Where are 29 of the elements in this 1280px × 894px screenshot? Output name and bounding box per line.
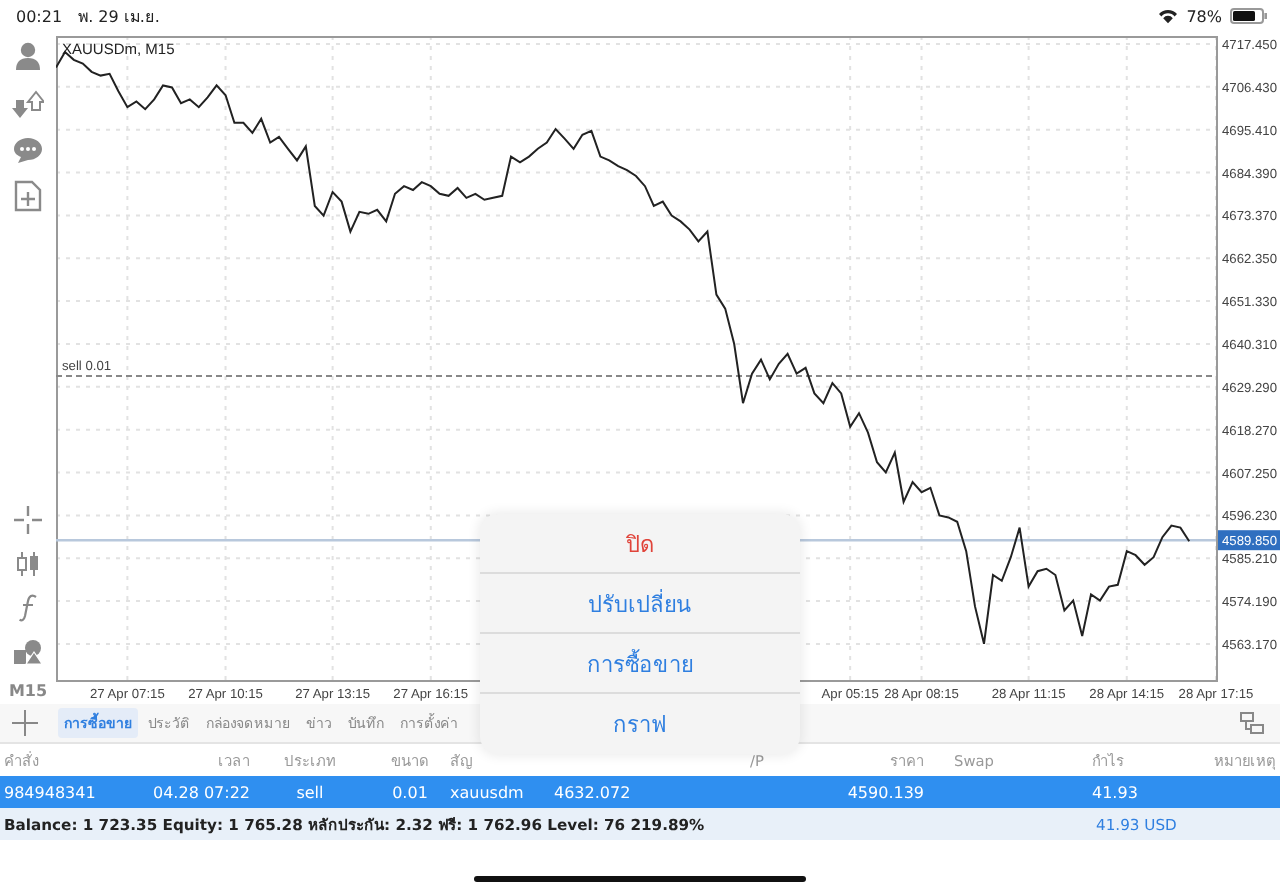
battery-percent: 78%	[1186, 7, 1222, 25]
account-icon[interactable]	[12, 40, 44, 72]
status-time: 00:21	[16, 7, 63, 25]
menu-item[interactable]: ปรับเปลี่ยน	[480, 574, 800, 634]
layout-icon[interactable]	[1240, 712, 1264, 734]
new-document-icon[interactable]	[14, 180, 42, 212]
timeframe-button[interactable]: M15	[8, 682, 48, 700]
indicator-icon[interactable]	[18, 594, 38, 622]
candlestick-icon[interactable]	[14, 550, 42, 578]
table-cell-text: 0.01	[390, 783, 430, 801]
menu-item[interactable]: ปิด	[480, 514, 800, 574]
table-cell-text: sell	[294, 783, 326, 801]
table-cell-text: 04.28 07:22	[151, 783, 250, 801]
table-cell-text: 4590.139	[845, 783, 924, 801]
add-icon[interactable]	[12, 710, 38, 736]
chat-icon[interactable]	[12, 136, 44, 164]
trade-arrows-icon[interactable]	[12, 88, 44, 120]
battery-icon	[1230, 8, 1268, 24]
status-date: พ. 29 เม.ย.	[78, 5, 160, 29]
table-cell-text: 984948341	[4, 783, 98, 801]
table-cell-text: 41.93	[1090, 783, 1140, 801]
table-cell-text: xauusdm	[450, 783, 526, 801]
objects-icon[interactable]	[12, 638, 44, 666]
wifi-icon	[1158, 8, 1179, 24]
order-row[interactable]: 984948341 04.28 07:22 sell 0.01 xauusdm 4632.072 4590.139 41.93	[0, 776, 1280, 808]
crosshair-icon[interactable]	[14, 506, 42, 534]
menu-item[interactable]: กราฟ	[480, 694, 800, 754]
table-cell-text: 4632.072	[554, 783, 633, 801]
menu-item[interactable]: การซื้อขาย	[480, 634, 800, 694]
